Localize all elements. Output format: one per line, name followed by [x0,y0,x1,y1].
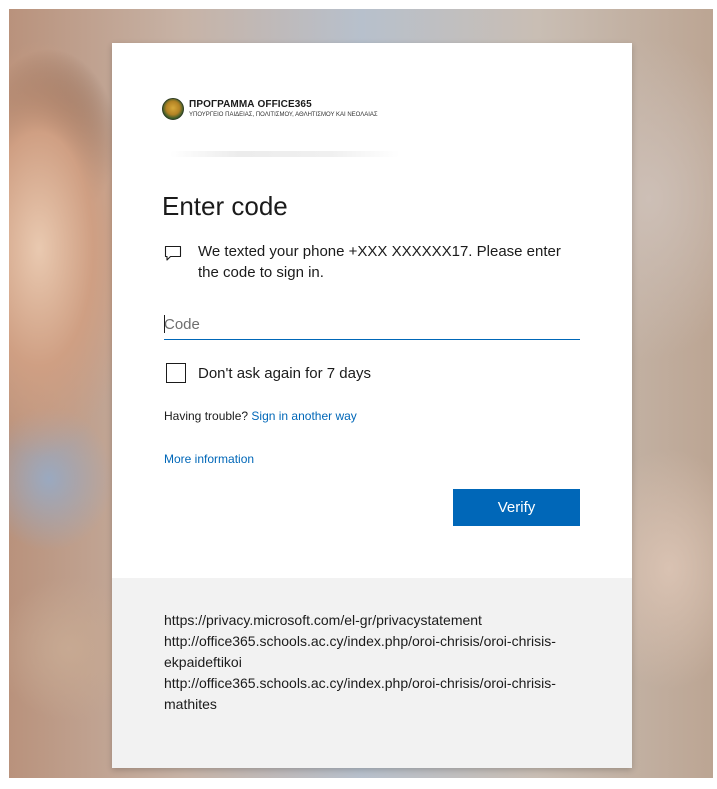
footer-panel: https://privacy.microsoft.com/el-gr/priv… [112,578,632,768]
sign-in-card: ΠΡΟΓΡΑΜΜΑ OFFICE365 ΥΠΟΥΡΓΕΙΟ ΠΑΙΔΕΙΑΣ, … [112,43,632,768]
sms-message-text: We texted your phone +XXX XXXXXX17. Plea… [198,243,561,281]
trouble-text: Having trouble? Sign in another way [164,409,357,423]
verify-button[interactable]: Verify [453,489,580,526]
text-caret [164,315,165,333]
remember-checkbox-row[interactable]: Don't ask again for 7 days [166,363,371,383]
message-icon [164,245,182,261]
sms-message: We texted your phone +XXX XXXXXX17. Plea… [164,241,584,283]
page-title: Enter code [162,191,288,221]
footer-terms-teachers: http://office365.schools.ac.cy/index.php… [164,633,556,670]
remember-checkbox[interactable] [166,363,186,383]
coat-of-arms-icon [162,98,184,120]
sign-in-another-way-link[interactable]: Sign in another way [251,409,356,423]
footer-text: https://privacy.microsoft.com/el-gr/priv… [164,610,594,715]
trouble-prefix: Having trouble? [164,409,249,423]
logo-subtitle: ΥΠΟΥΡΓΕΙΟ ΠΑΙΔΕΙΑΣ, ΠΟΛΙΤΙΣΜΟΥ, ΑΘΛΗΤΙΣΜ… [189,112,378,118]
footer-privacy-link: https://privacy.microsoft.com/el-gr/priv… [164,612,482,628]
sign-in-form: ΠΡΟΓΡΑΜΜΑ OFFICE365 ΥΠΟΥΡΓΕΙΟ ΠΑΙΔΕΙΑΣ, … [112,43,632,578]
code-input[interactable] [164,309,580,340]
more-information-link[interactable]: More information [164,452,254,466]
footer-terms-students: http://office365.schools.ac.cy/index.php… [164,675,556,712]
screenshot-frame: ΠΡΟΓΡΑΜΜΑ OFFICE365 ΥΠΟΥΡΓΕΙΟ ΠΑΙΔΕΙΑΣ, … [0,0,717,789]
remember-label: Don't ask again for 7 days [198,364,371,382]
more-information: More information [164,452,254,466]
blurred-account-name [170,151,400,157]
logo-text: ΠΡΟΓΡΑΜΜΑ OFFICE365 ΥΠΟΥΡΓΕΙΟ ΠΑΙΔΕΙΑΣ, … [189,99,378,119]
organization-logo: ΠΡΟΓΡΑΜΜΑ OFFICE365 ΥΠΟΥΡΓΕΙΟ ΠΑΙΔΕΙΑΣ, … [162,98,378,120]
logo-title: ΠΡΟΓΡΑΜΜΑ OFFICE365 [189,99,312,110]
